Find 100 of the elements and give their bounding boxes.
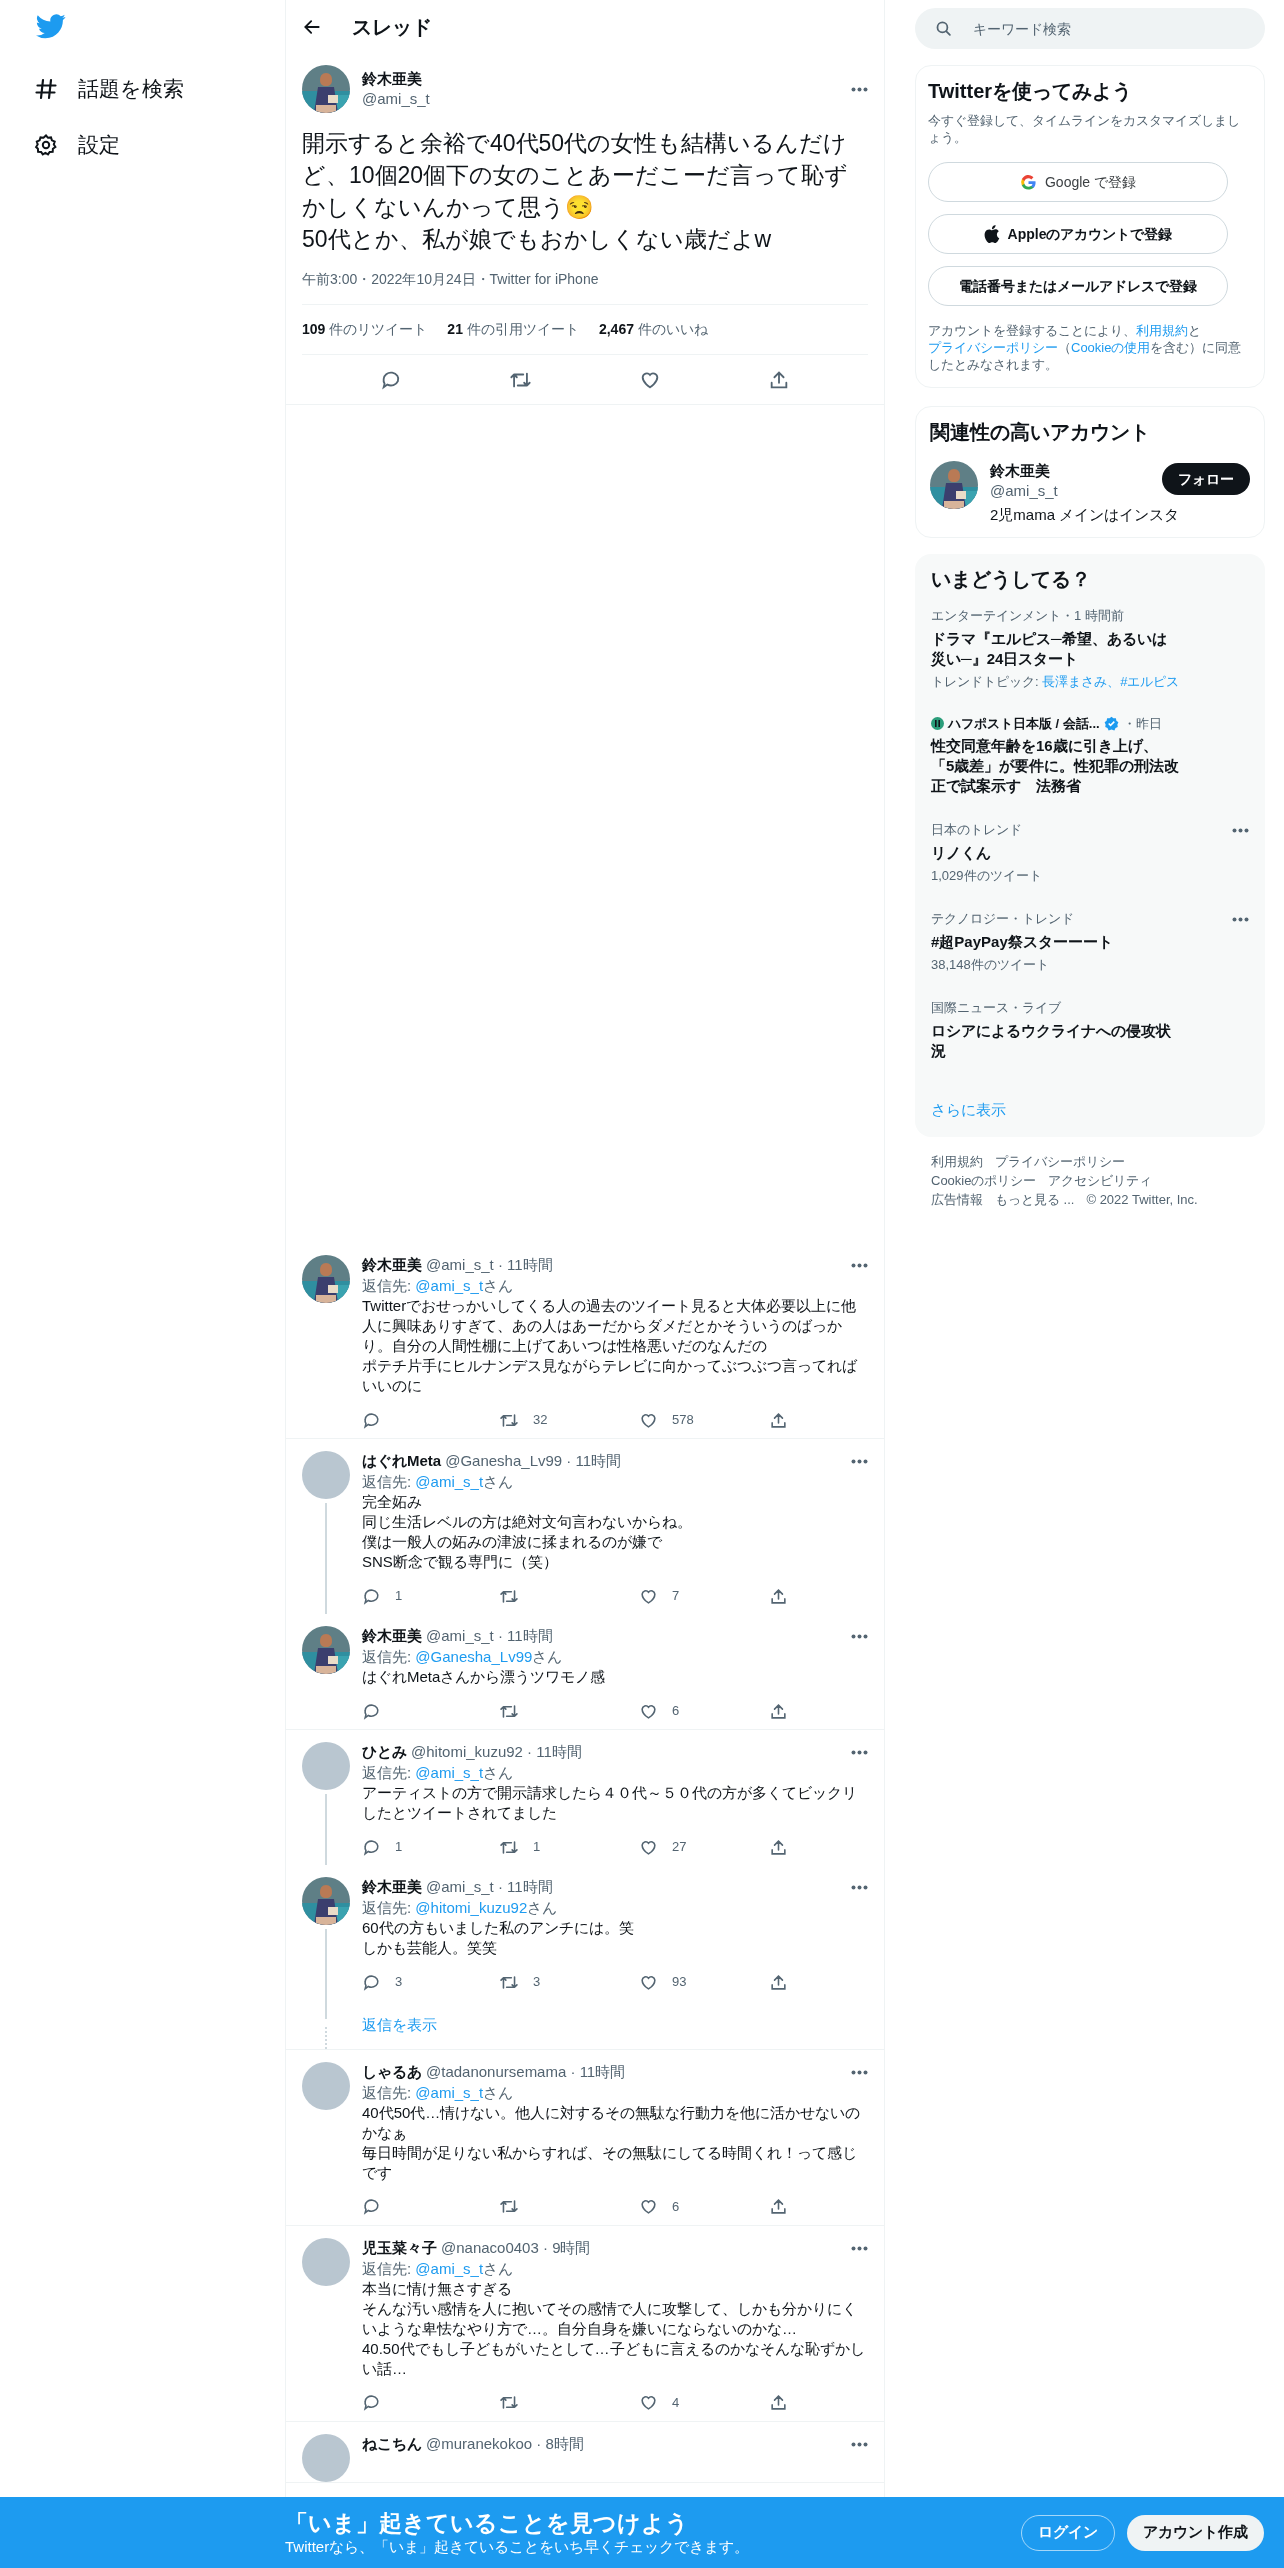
- action-count: 32: [533, 1411, 548, 1430]
- user-name: 鈴木亜美: [362, 1626, 422, 1646]
- footer-link[interactable]: プライバシーポリシー: [995, 1153, 1125, 1170]
- more-icon[interactable]: [851, 2069, 868, 2075]
- share-icon[interactable]: [769, 1701, 788, 1721]
- more-icon[interactable]: [851, 2245, 868, 2251]
- reply-to-text: 返信先: @ami_s_tさん: [362, 1276, 515, 1296]
- reply-icon[interactable]: [362, 1410, 381, 1430]
- search-icon: [935, 20, 952, 37]
- stat-link[interactable]: 21 件の引用ツイート: [447, 319, 579, 340]
- reply-text: 60代の方もいました私のアンチには。笑: [362, 1918, 635, 1938]
- avatar: [302, 2061, 350, 2110]
- reply-text: 40.50代でもし子どもがいたとして…子どもに言えるのかなそんな恥ずかしい話…: [362, 2338, 866, 2379]
- share-icon[interactable]: [769, 1586, 788, 1606]
- retweet-icon[interactable]: [499, 2393, 519, 2412]
- share-icon[interactable]: [769, 1837, 788, 1857]
- trend-topics: トレンドトピック: 長澤まさみ、#エルピス: [931, 672, 1181, 690]
- page-title: スレッド: [352, 14, 432, 40]
- user-handle: @ami_s_t: [990, 481, 1059, 501]
- follow-button[interactable]: フォロー: [1162, 463, 1250, 495]
- user-name: 鈴木亜美: [990, 461, 1051, 481]
- avatar: [302, 1451, 350, 1499]
- trend-context: テクノロジー・トレンド: [931, 910, 1075, 928]
- share-icon[interactable]: [769, 2393, 788, 2412]
- reply-icon[interactable]: [362, 2197, 381, 2216]
- footer-link[interactable]: Cookieのポリシー: [931, 1172, 1037, 1189]
- trend-headline: リノくん: [931, 842, 992, 863]
- user-name: 児玉菜々子: [362, 2237, 437, 2258]
- heart-icon[interactable]: [639, 2393, 658, 2412]
- more-icon[interactable]: [851, 1750, 868, 1755]
- user-name: ひとみ: [362, 1742, 407, 1762]
- reply-to-text: 返信先: @Ganesha_Lv99さん: [362, 1647, 564, 1667]
- share-icon[interactable]: [769, 1972, 788, 1992]
- tweet-count: 1,029件のツイート: [931, 866, 1043, 885]
- search-field[interactable]: キーワード検索: [915, 8, 1265, 49]
- action-count: 1: [395, 1838, 403, 1857]
- reply-to-text: 返信先: @ami_s_tさん: [362, 2258, 515, 2279]
- trend-headline: 性交同意年齢を16歳に引き上げ、「5歳差」が要件に。性犯罪の刑法改正で試案示す 法務省: [931, 736, 1181, 796]
- card-title: Twitterを使ってみよう: [928, 79, 1134, 104]
- action-count: 3: [395, 1973, 403, 1992]
- stat-link[interactable]: 109 件のリツイート: [302, 319, 428, 340]
- more-icon[interactable]: [1232, 828, 1249, 833]
- user-name: ねこちん: [362, 2433, 422, 2454]
- action-count: 6: [672, 2197, 680, 2216]
- action-count: 578: [672, 1411, 694, 1430]
- footer-link[interactable]: アクセシビリティ: [1048, 1172, 1153, 1189]
- share-icon[interactable]: [769, 2197, 788, 2216]
- nav-item[interactable]: 設定: [34, 117, 285, 173]
- footer-link[interactable]: 利用規約: [931, 1153, 983, 1170]
- reply-icon[interactable]: [362, 1586, 381, 1606]
- copyright-text: © 2022 Twitter, Inc.: [1086, 1191, 1198, 1208]
- nav-item[interactable]: 話題を検索: [34, 61, 285, 117]
- more-icon[interactable]: [851, 1634, 868, 1639]
- reply-text: 同じ生活レベルの方は絶対文句言わないからね。: [362, 1512, 693, 1532]
- more-icon[interactable]: [1232, 917, 1249, 922]
- reply-text: 毎日時間が足りない私からすれば、その無駄にしてる時間くれ！って感じです: [362, 2142, 858, 2183]
- trend-context: エンターテインメント・1 時間前: [931, 607, 1125, 625]
- reply-text: しかも芸能人。笑笑: [362, 1938, 498, 1958]
- avatar: [302, 2237, 350, 2286]
- bird-icon[interactable]: [36, 14, 66, 39]
- user-name: しゃるあ: [362, 2061, 422, 2082]
- user-name: 鈴木亜美: [362, 69, 423, 89]
- more-icon[interactable]: [851, 1263, 868, 1268]
- reply-text: 40代50代…情けない。他人に対するその無駄な行動力を他に活かせないのかなぁ: [362, 2102, 862, 2143]
- source-logo-icon: [931, 716, 944, 730]
- footer-link[interactable]: 広告情報: [931, 1191, 983, 1208]
- settings-icon: [34, 133, 58, 157]
- user-handle: @Ganesha_Lv99 · 11時間: [445, 1451, 623, 1471]
- action-count: 93: [672, 1973, 687, 1992]
- trend-context: 国際ニュース・ライブ: [931, 999, 1062, 1017]
- reply-icon[interactable]: [362, 1837, 381, 1857]
- trend-time: ・昨日: [1122, 714, 1162, 733]
- stat-link[interactable]: 2,467 件のいいね: [598, 319, 708, 340]
- reply-text: 僕は一般人の妬みの津波に揉まれるのが嫌で: [362, 1532, 663, 1552]
- retweet-icon[interactable]: [499, 2197, 519, 2216]
- card-title: 関連性の高いアカウント: [930, 420, 1151, 445]
- user-name: 鈴木亜美: [362, 1255, 422, 1275]
- user-handle: @ami_s_t: [362, 89, 431, 109]
- user-bio: 2児mama メインはインスタ: [990, 505, 1180, 525]
- more-icon[interactable]: [851, 1885, 868, 1890]
- hashtag-icon: [34, 77, 58, 101]
- footer-link[interactable]: もっと見る ...: [995, 1191, 1075, 1208]
- source-name: ハフポスト日本版 / 会話...: [948, 714, 1100, 733]
- user-name: 鈴木亜美: [362, 1877, 422, 1897]
- heart-icon[interactable]: [639, 2197, 658, 2216]
- action-count: 4: [672, 2393, 680, 2412]
- user-handle: @ami_s_t · 11時間: [426, 1626, 554, 1646]
- card-subtitle: 今すぐ登録して、タイムラインをカスタマイズしましょう。: [928, 112, 1241, 146]
- more-icon[interactable]: [851, 86, 868, 92]
- more-icon[interactable]: [851, 1459, 868, 1464]
- trend-context: 日本のトレンド: [931, 821, 1023, 839]
- reply-icon[interactable]: [362, 1701, 381, 1721]
- share-icon[interactable]: [769, 1410, 788, 1430]
- tweet-text: 開示すると余裕で40代50代の女性も結構いるんだけど、10個20個下の女のことあーだこーだ言って恥ずかしくないんかって思う😒: [302, 129, 850, 222]
- reply-icon[interactable]: [362, 2393, 381, 2412]
- reply-icon[interactable]: [362, 1972, 381, 1992]
- banner-subtitle: Twitterなら、「いま」起きていることをいち早くチェックできます。: [285, 2537, 751, 2556]
- signup-button[interactable]: アカウント作成: [1127, 2514, 1264, 2551]
- more-icon[interactable]: [851, 2441, 868, 2447]
- action-count: 6: [672, 1702, 680, 1721]
